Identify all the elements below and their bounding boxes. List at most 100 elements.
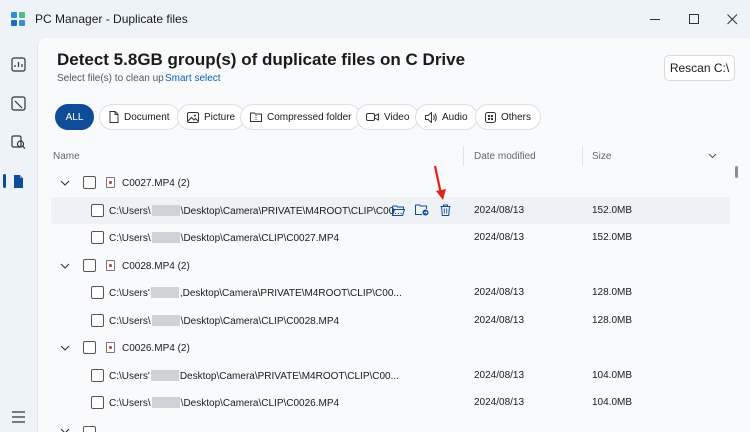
date-modified: 2024/08/13 [474,232,525,243]
chevron-down-icon[interactable] [60,178,70,188]
chevron-down-icon[interactable] [60,343,70,353]
file-checkbox[interactable] [91,369,104,382]
date-modified: 2024/08/13 [474,315,525,326]
others-icon [485,111,496,123]
group-name: C0026.MP4 (2) [122,343,190,354]
column-header-date[interactable]: Date modified [474,151,536,162]
path-start: C:\Users\ [109,316,151,327]
file-size: 128.0MB [592,315,633,326]
open-folder-button[interactable] [391,203,405,217]
smart-select-link[interactable]: Smart select [165,73,221,84]
sort-chevron-down-icon[interactable] [708,153,717,159]
maximize-icon [688,13,699,24]
path-start: C:\Users' [109,288,150,299]
minimize-icon [649,18,660,20]
close-button[interactable] [719,8,745,30]
path-start: C:\Users\ [109,206,151,217]
filter-others-chip[interactable]: Others [475,104,542,130]
file-row[interactable]: C:\Users\ \Desktop\Camera\CLIP\C0026.MP4 … [38,389,731,416]
rail-protection-button[interactable] [8,93,28,113]
rescan-button[interactable]: Rescan C:\ [664,55,735,81]
group-checkbox[interactable] [83,426,96,432]
redacted-username [151,397,180,408]
file-path: C:\Users\ \Desktop\Camera\CLIP\C0027.MP4 [109,232,339,244]
file-path: C:\Users\ \Desktop\Camera\CLIP\C0028.MP4 [109,315,339,327]
group-row[interactable]: C0028.MP4 (2) [38,252,731,279]
redacted-username [151,315,180,326]
filter-video-chip[interactable]: Video [356,104,420,130]
rail-menu-button[interactable] [8,407,28,427]
filter-video-label: Video [384,111,410,123]
title-bar: PC Manager - Duplicate files [0,0,750,38]
filter-all-chip[interactable]: ALL [55,104,94,130]
filter-picture-chip[interactable]: Picture [177,104,246,130]
protection-icon [10,95,26,111]
column-header-size[interactable]: Size [592,151,611,162]
path-end: \Desktop\Camera\PRIVATE\M4ROOT\CLIP\C00.… [180,206,403,217]
picture-icon [187,111,199,123]
file-row[interactable]: C:\Users' ,Desktop\Camera\PRIVATE\M4ROOT\… [38,279,731,306]
minimize-button[interactable] [642,8,668,30]
hamburger-menu-icon [11,411,25,423]
file-checkbox[interactable] [91,314,104,327]
compressed-folder-icon [250,112,262,122]
group-name: C0028.MP4 (2) [122,261,190,272]
group-row[interactable]: C0027.MP4 (2) [38,169,731,196]
path-end: Desktop\Camera\PRIVATE\M4ROOT\CLIP\C00..… [179,371,399,382]
path-end: ,Desktop\Camera\PRIVATE\M4ROOT\CLIP\C00.… [179,288,402,299]
file-row[interactable]: C:\Users' Desktop\Camera\PRIVATE\M4ROOT\C… [38,362,731,389]
path-end: \Desktop\Camera\CLIP\C0027.MP4 [180,233,340,244]
filter-document-chip[interactable]: Document [99,104,180,130]
redacted-username [150,287,179,298]
filter-audio-label: Audio [442,111,468,123]
close-icon [726,13,737,24]
filter-compressed-folder-label: Compressed folder [267,111,352,123]
group-name: C0027.MP4 (2) [122,178,190,189]
file-path: C:\Users\ \Desktop\Camera\CLIP\C0026.MP4 [109,397,339,409]
move-folder-button[interactable] [415,203,429,217]
file-size: 128.0MB [592,287,633,298]
rail-dashboard-button[interactable] [8,54,28,74]
date-modified: 2024/08/13 [474,205,525,216]
column-header-name[interactable]: Name [53,151,80,162]
file-size: 104.0MB [592,397,633,408]
window-title: PC Manager - Duplicate files [35,12,188,26]
file-row[interactable]: C:\Users\ \Desktop\Camera\CLIP\C0028.MP4 … [38,307,731,334]
rail-active-indicator [3,174,6,188]
rail-storage-button[interactable] [8,171,28,191]
group-row-partial[interactable] [38,420,731,432]
filter-audio-chip[interactable]: Audio [415,104,478,130]
delete-button[interactable] [438,203,452,217]
rail-toolbox-button[interactable] [8,132,28,152]
video-icon [366,113,379,121]
pc-manager-logo-icon [11,12,25,26]
folder-move-icon [415,204,429,216]
dashboard-icon [10,56,26,72]
file-checkbox[interactable] [91,286,104,299]
chevron-down-icon[interactable] [60,426,70,432]
path-end: \Desktop\Camera\CLIP\C0026.MP4 [180,398,340,409]
main-panel: Detect 5.8GB group(s) of duplicate files… [37,38,750,432]
annotation-arrow-icon [433,165,446,200]
group-checkbox[interactable] [83,341,96,354]
group-checkbox[interactable] [83,176,96,189]
filter-compressed-folder-chip[interactable]: Compressed folder [240,104,362,130]
file-path: C:\Users' Desktop\Camera\PRIVATE\M4ROOT\C… [109,370,399,382]
file-checkbox[interactable] [91,396,104,409]
group-checkbox[interactable] [83,259,96,272]
file-path: C:\Users' ,Desktop\Camera\PRIVATE\M4ROOT\… [109,287,402,299]
file-size: 152.0MB [592,232,633,243]
maximize-button[interactable] [681,8,707,30]
file-checkbox[interactable] [91,204,104,217]
file-size: 152.0MB [592,205,633,216]
folder-open-icon [391,205,405,216]
file-row[interactable]: C:\Users\ \Desktop\Camera\PRIVATE\M4ROOT\… [51,197,730,224]
group-row[interactable]: C0026.MP4 (2) [38,334,731,361]
scrollbar-thumb[interactable] [735,166,738,178]
path-start: C:\Users\ [109,233,151,244]
chevron-down-icon[interactable] [60,261,70,271]
page-title: Detect 5.8GB group(s) of duplicate files… [57,50,466,69]
audio-icon [425,111,437,123]
file-row[interactable]: C:\Users\ \Desktop\Camera\CLIP\C0027.MP4 … [38,224,731,251]
file-checkbox[interactable] [91,231,104,244]
